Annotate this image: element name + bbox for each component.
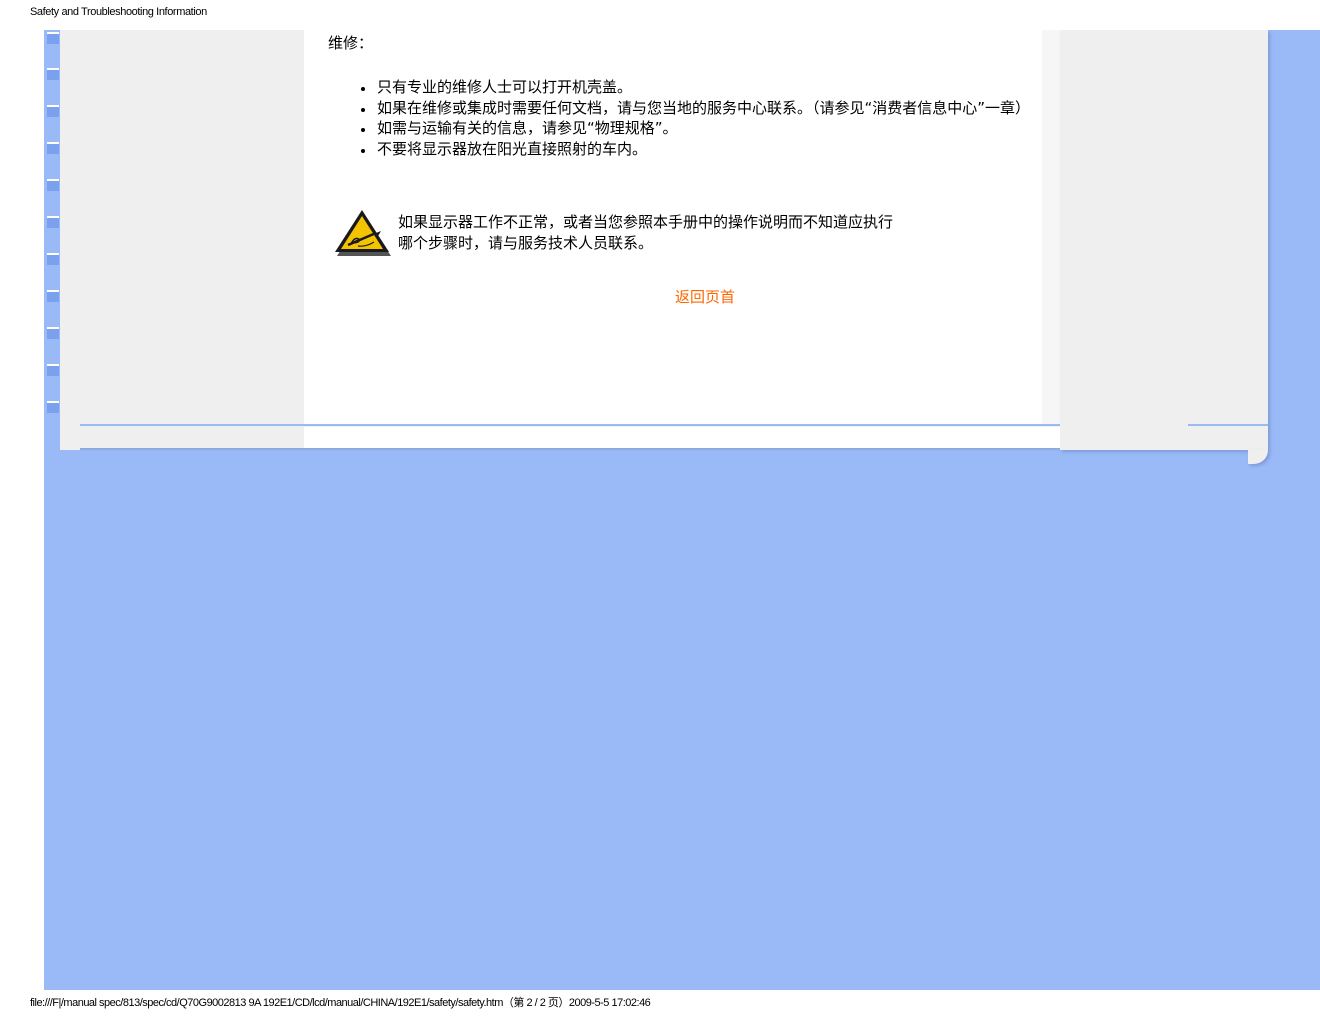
binder-tab [47,32,59,44]
bottom-white-strip [304,427,1060,450]
binder-tab [47,68,59,80]
binder-tab [47,253,59,265]
print-footer-path: file:///F|/manual spec/813/spec/cd/Q70G9… [30,997,651,1009]
bottom-shadow [80,448,1060,451]
binder-tab [47,364,59,376]
maintenance-list: 只有专业的维修人士可以打开机壳盖。 如果在维修或集成时需要任何文档，请与您当地的… [356,77,1036,159]
binder-tab [47,401,59,413]
divider-line-right [1188,424,1268,426]
binder-tab [47,327,59,339]
content-page-edge [1042,30,1060,450]
page-frame: 维修： 只有专业的维修人士可以打开机壳盖。 如果在维修或集成时需要任何文档，请与… [44,30,1320,990]
section-heading: 维修： [328,34,374,52]
list-item: 只有专业的维修人士可以打开机壳盖。 [356,77,1036,98]
warning-message: 如果显示器工作不正常，或者当您参照本手册中的操作说明而不知道应执行 哪个步骤时，… [398,212,998,254]
binder-tab [47,142,59,154]
binder-tab [47,290,59,302]
print-header-title: Safety and Troubleshooting Information [30,6,207,18]
list-item: 不要将显示器放在阳光直接照射的车内。 [356,139,1036,160]
warning-line: 如果显示器工作不正常，或者当您参照本手册中的操作说明而不知道应执行 [398,213,894,231]
binder-tab [47,179,59,191]
back-to-top-link[interactable]: 返回页首 [675,286,735,307]
right-panel [1060,30,1268,464]
binder-tab [47,216,59,228]
divider-line [80,424,1060,426]
list-item: 如果在维修或集成时需要任何文档，请与您当地的服务中心联系。（请参见“消费者信息中… [356,98,1036,119]
binder-tabs [47,30,61,430]
left-panel [60,30,304,450]
warning-pen-icon [335,210,391,256]
binder-tab [47,105,59,117]
warning-line: 哪个步骤时，请与服务技术人员联系。 [398,234,654,252]
right-panel-corner [1248,450,1268,464]
list-item: 如需与运输有关的信息，请参见“物理规格”。 [356,118,1036,139]
